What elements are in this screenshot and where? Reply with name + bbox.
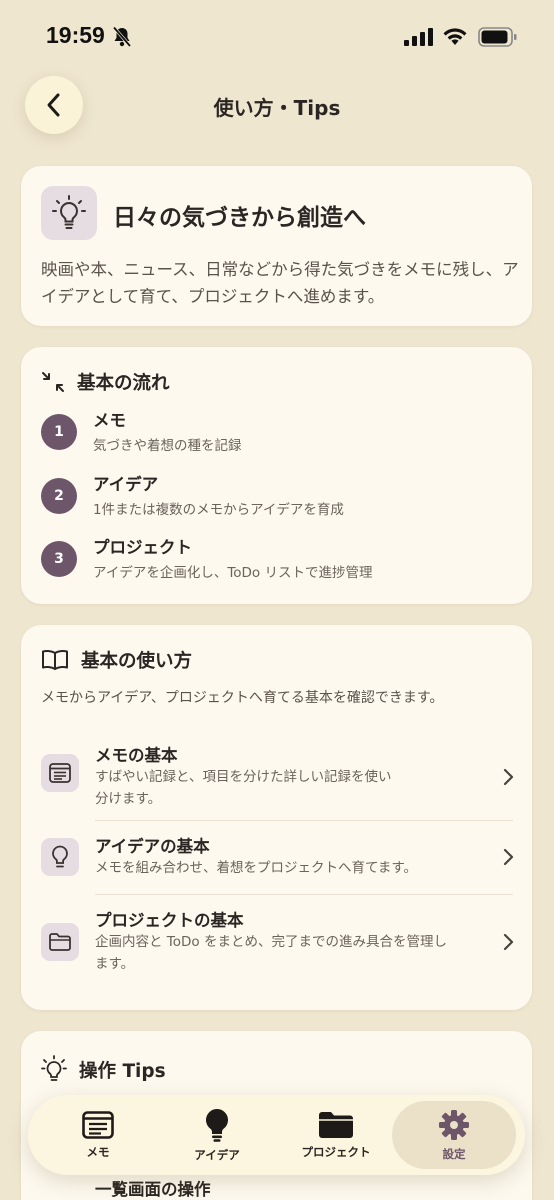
lightbulb-icon	[52, 195, 86, 229]
usage-item-memo[interactable]: メモの基本 すばやい記録と、項目を分けた詳しい記録を使い分けます。	[21, 730, 532, 820]
step-number: 2	[41, 478, 77, 514]
step-description: 気づきや着想の種を記録	[93, 438, 242, 454]
step-title: アイデア	[93, 475, 159, 494]
lightbulb-icon	[206, 1108, 228, 1142]
flow-step: 3 プロジェクト アイデアを企画化し、ToDo リストで進捗管理	[41, 536, 372, 584]
page-title: 使い方・Tips	[213, 96, 341, 120]
bell-off-icon	[112, 26, 132, 48]
basic-flow-card: 基本の流れ 1 メモ 気づきや着想の種を記録 2 アイデア 1件または複数のメモ…	[21, 347, 532, 604]
step-description: アイデアを企画化し、ToDo リストで進捗管理	[93, 565, 373, 581]
bottom-tab-bar: メモ アイデア プロジェクト 設定	[28, 1095, 525, 1175]
hero-icon-box	[41, 186, 97, 240]
tab-label: 設定	[442, 1146, 466, 1161]
tab-project[interactable]: プロジェクト	[276, 1095, 396, 1175]
folder-icon	[49, 933, 71, 951]
status-time: 19:59	[46, 22, 105, 48]
tab-label: アイデア	[194, 1147, 240, 1162]
chevron-right-icon	[503, 933, 514, 951]
usage-item-title: メモの基本	[95, 746, 178, 765]
usage-heading: 基本の使い方	[41, 647, 192, 673]
tab-idea[interactable]: アイデア	[157, 1095, 277, 1175]
usage-item-description: メモを組み合わせ、着想をプロジェクトへ育てます。	[95, 860, 417, 876]
tips-heading: 操作 Tips	[41, 1055, 166, 1085]
usage-item-description: すばやい記録と、項目を分けた詳しい記録を使い分けます。	[95, 769, 392, 807]
lightbulb-icon	[52, 845, 68, 868]
intro-title: 日々の気づきから創造へ	[113, 205, 366, 231]
signal-icon	[404, 28, 433, 46]
tab-settings[interactable]: 設定	[392, 1101, 516, 1169]
usage-item-project[interactable]: プロジェクトの基本 企画内容と ToDo をまとめ、完了までの進み具合を管理しま…	[21, 895, 532, 990]
tab-label: メモ	[86, 1144, 110, 1159]
usage-heading-label: 基本の使い方	[81, 651, 193, 672]
gear-icon	[439, 1109, 469, 1140]
basic-usage-card: 基本の使い方 メモからアイデア、プロジェクトへ育てる基本を確認できます。 メモの…	[21, 625, 532, 1010]
arrows-in-icon	[42, 372, 64, 392]
step-title: メモ	[93, 411, 126, 430]
step-description: 1件または複数のメモからアイデアを育成	[93, 502, 344, 518]
battery-icon	[478, 27, 517, 47]
wifi-icon	[443, 28, 467, 45]
step-number: 1	[41, 414, 77, 450]
step-title: プロジェクト	[93, 538, 192, 557]
intro-description: 映画や本、ニュース、日常などから得た気づきをメモに残し、アイデアとして育て、プロ…	[41, 260, 519, 306]
intro-card: 日々の気づきから創造へ 映画や本、ニュース、日常などから得た気づきをメモに残し、…	[21, 166, 532, 326]
flow-step: 2 アイデア 1件または複数のメモからアイデアを育成	[41, 473, 344, 521]
usage-item-title: アイデアの基本	[95, 837, 210, 856]
usage-item-title: プロジェクトの基本	[95, 911, 244, 930]
usage-icon-box	[41, 754, 79, 792]
chevron-right-icon	[503, 848, 514, 866]
folder-icon	[319, 1111, 353, 1138]
tab-memo[interactable]: メモ	[38, 1095, 158, 1175]
tips-heading-label: 操作 Tips	[79, 1061, 166, 1082]
memo-icon	[82, 1110, 114, 1139]
memo-icon	[49, 763, 71, 783]
tab-label: プロジェクト	[301, 1144, 371, 1159]
step-number: 3	[41, 541, 77, 577]
flow-step: 1 メモ 気づきや着想の種を記録	[41, 409, 242, 457]
chevron-right-icon	[503, 768, 514, 786]
flow-heading: 基本の流れ	[41, 369, 170, 395]
lightbulb-icon	[41, 1055, 67, 1081]
flow-heading-label: 基本の流れ	[77, 373, 170, 394]
usage-icon-box	[41, 923, 79, 961]
usage-icon-box	[41, 838, 79, 876]
status-bar: 19:59	[0, 0, 554, 76]
tips-item-title: 一覧画面の操作	[95, 1180, 211, 1199]
book-icon	[42, 650, 68, 670]
usage-item-idea[interactable]: アイデアの基本 メモを組み合わせ、着想をプロジェクトへ育てます。	[21, 821, 532, 893]
usage-intro: メモからアイデア、プロジェクトへ育てる基本を確認できます。	[41, 690, 444, 706]
usage-item-description: 企画内容と ToDo をまとめ、完了までの進み具合を管理します。	[95, 934, 447, 972]
